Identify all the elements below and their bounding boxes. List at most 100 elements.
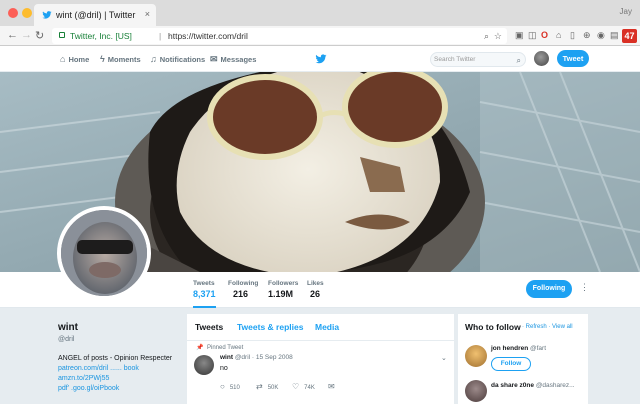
lock-icon (59, 32, 65, 38)
nav-home-label: Home (68, 55, 90, 64)
tweet-author-name[interactable]: wint (220, 354, 233, 361)
stat-followers[interactable]: Followers 1.19M (268, 280, 298, 299)
bell-icon: ♫ (150, 54, 157, 64)
who-to-follow-title: Who to follow (465, 322, 521, 332)
reply-icon: ○ (220, 382, 225, 391)
reload-icon[interactable]: ↻ (35, 29, 44, 42)
tweet-button[interactable]: Tweet (557, 50, 589, 67)
envelope-icon: ✉ (328, 382, 335, 391)
address-bar[interactable]: Twitter, Inc. [US] | https://twitter.com… (52, 28, 507, 44)
twitter-logo-icon[interactable] (315, 53, 327, 65)
tab-close-icon[interactable]: × (145, 9, 150, 19)
extension-icon[interactable]: ⊕ (583, 30, 591, 41)
tweet-text: no (220, 365, 228, 372)
profile-name[interactable]: wint (58, 322, 178, 333)
nav-home[interactable]: ⌂ Home (60, 54, 89, 64)
stat-label: Following (228, 280, 259, 287)
stat-value: 216 (233, 289, 249, 299)
stat-label: Likes (307, 280, 324, 287)
nav-messages[interactable]: ✉ Messages (210, 54, 256, 65)
envelope-icon: ✉ (210, 54, 218, 64)
suggestion-avatar[interactable] (465, 345, 487, 367)
url-text[interactable]: https://twitter.com/dril (168, 28, 248, 44)
nav-notifications[interactable]: ♫ Notifications (150, 54, 205, 64)
profile-link[interactable]: patreon.com/dril ...... book (58, 364, 178, 374)
avatar-photo (61, 210, 147, 296)
nav-notifications-label: Notifications (159, 55, 206, 64)
tweet-avatar[interactable] (194, 355, 214, 375)
suggestion-name-text: da share z0ne (491, 382, 534, 389)
nav-moments[interactable]: ϟ Moments (100, 54, 141, 64)
like-action[interactable]: ♡ 74K (292, 382, 315, 391)
tab-media[interactable]: Media (315, 322, 339, 332)
suggestion-avatar[interactable] (465, 380, 487, 402)
nav-messages-label: Messages (220, 55, 257, 64)
tab-tweets-replies[interactable]: Tweets & replies (237, 322, 303, 332)
stat-tweets[interactable]: Tweets 8,371 (193, 280, 216, 308)
lightning-icon: ϟ (100, 54, 105, 64)
nav-user-avatar[interactable] (534, 51, 549, 66)
suggestion-handle: @fart (530, 345, 547, 352)
extension-icon[interactable]: ▤ (610, 30, 619, 41)
close-window-button[interactable] (8, 8, 18, 18)
stat-value: 1.19M (268, 289, 294, 299)
extension-icon[interactable]: ◉ (597, 30, 605, 41)
extension-icon[interactable]: ▯ (570, 30, 575, 41)
like-count: 74K (304, 385, 315, 391)
opera-icon[interactable]: O (541, 30, 548, 40)
retweet-action[interactable]: ⇄ 50K (256, 382, 278, 391)
suggestion-name[interactable]: jon hendren @fart (491, 345, 546, 352)
more-options-icon[interactable]: ⋮ (580, 282, 589, 293)
browser-user-name[interactable]: Jay (620, 7, 632, 16)
tweet-date[interactable]: · 15 Sep 2008 (252, 354, 293, 361)
profile-bio: ANGEL of posts - Opinion Respecter (58, 355, 173, 362)
suggestion-handle: @dasharez... (535, 382, 575, 389)
minimize-window-button[interactable] (22, 8, 32, 18)
message-action[interactable]: ✉ (328, 382, 340, 391)
pin-icon: 📌 (196, 345, 204, 351)
reply-action[interactable]: ○ 510 (220, 382, 240, 391)
stat-label: Tweets (193, 280, 215, 287)
browser-toolbar: ← → ↻ Twitter, Inc. [US] | https://twitt… (0, 26, 640, 46)
divider (187, 340, 454, 341)
retweet-icon: ⇄ (256, 382, 263, 391)
browser-tab[interactable]: wint (@dril) | Twitter × (34, 4, 156, 26)
search-placeholder: Search Twitter (434, 56, 476, 63)
tab-tweets[interactable]: Tweets (195, 322, 223, 332)
cast-icon[interactable]: ▣ (515, 30, 524, 41)
profile-handle[interactable]: @dril (58, 336, 178, 343)
who-to-follow: Who to follow · Refresh · View all jon h… (458, 314, 588, 404)
bookmark-star-icon[interactable]: ☆ (494, 28, 502, 44)
url-separator: | (159, 31, 162, 41)
retweet-count: 50K (267, 385, 279, 391)
stat-value: 26 (310, 289, 321, 299)
tab-title: wint (@dril) | Twitter (56, 10, 136, 20)
back-icon[interactable]: ← (7, 29, 18, 41)
extension-badge[interactable]: 47 (622, 29, 637, 43)
forward-icon[interactable]: → (21, 29, 32, 41)
stat-label: Followers (268, 280, 299, 287)
suggestion-name[interactable]: da share z0ne @dasharez... (491, 382, 575, 389)
stat-following[interactable]: Following 216 (228, 280, 258, 299)
refresh-view-all-links[interactable]: · Refresh · View all (522, 324, 573, 330)
zoom-icon[interactable]: ⌕ (484, 28, 489, 44)
browser-tab-bar: wint (@dril) | Twitter × Jay (0, 0, 640, 26)
suggestion-name-text: jon hendren (491, 345, 529, 352)
search-input[interactable]: Search Twitter ⌕ (430, 52, 526, 67)
reply-count: 510 (229, 385, 240, 391)
extension-icon[interactable]: ◫ (528, 30, 537, 41)
home-icon: ⌂ (60, 54, 66, 64)
following-button[interactable]: Following (526, 280, 572, 298)
extension-icon[interactable]: ⌂ (556, 30, 561, 40)
chevron-down-icon[interactable]: ⌄ (441, 354, 447, 362)
profile-link[interactable]: pdf' .goo.gl/oiPbook (58, 384, 178, 394)
profile-avatar[interactable] (57, 206, 151, 300)
follow-button[interactable]: Follow (491, 357, 531, 371)
search-icon[interactable]: ⌕ (517, 54, 521, 67)
heart-icon: ♡ (292, 382, 300, 391)
twitter-bird-icon (42, 11, 52, 19)
stat-likes[interactable]: Likes 26 (307, 280, 324, 299)
tweet-author-handle[interactable]: @dril (235, 354, 250, 361)
profile-link[interactable]: amzn.to/2PWj55 (58, 374, 178, 384)
twitter-global-nav: ⌂ Home ϟ Moments ♫ Notifications ✉ Messages … (0, 46, 640, 72)
